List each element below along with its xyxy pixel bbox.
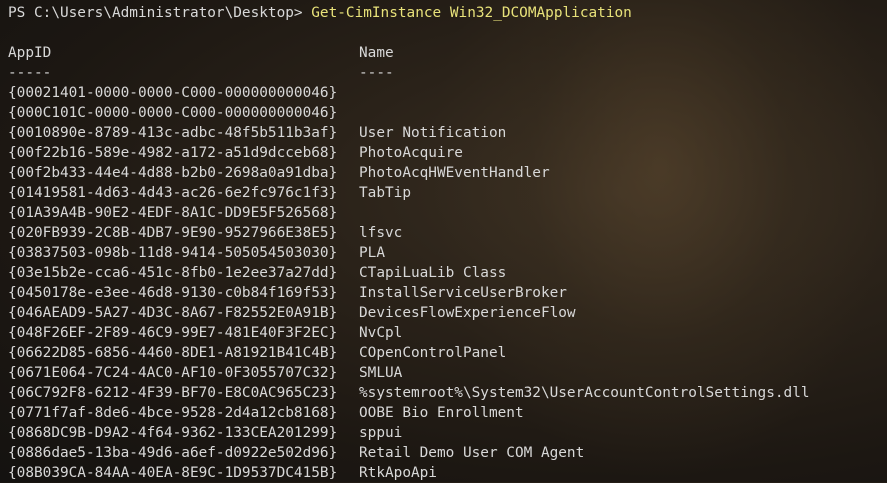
table-row: {020FB939-2C8B-4DB7-9E90-9527966E38E5} lf… [8,223,883,243]
row-appid: {0886dae5-13ba-49d6-a6ef-d0922e502d96} [8,445,338,461]
row-name [359,103,883,123]
row-appid: {046AEAD9-5A27-4D3C-8A67-F82552E0A91B} [8,305,338,321]
row-appid: {06C792F8-6212-4F39-BF70-E8C0AC965C23} [8,385,338,401]
row-name: PhotoAcquire [359,145,463,161]
row-name: PLA [359,245,385,261]
row-name: InstallServiceUserBroker [359,285,567,301]
table-row: {048F26EF-2F89-46C9-99E7-481E40F3F2EC} Nv… [8,323,883,343]
row-appid: {00021401-0000-0000-C000-000000000046} [8,85,338,101]
row-appid: {01A39A4B-90E2-4EDF-8A1C-DD9E5F526568} [8,205,338,221]
header-dash-row: ----- ---- [8,63,883,83]
table-row: {00021401-0000-0000-C000-000000000046} [8,83,883,103]
row-appid: {03e15b2e-cca6-451c-8fb0-1e2ee37a27dd} [8,265,338,281]
table-row: {03837503-098b-11d8-9414-505054503030} PL… [8,243,883,263]
table-row: {0868DC9B-D9A2-4f64-9362-133CEA201299} sp… [8,423,883,443]
row-name: Retail Demo User COM Agent [359,445,585,461]
row-appid: {01419581-4d63-4d43-ac26-6e2fc976c1f3} [8,185,338,201]
table-row: {03e15b2e-cca6-451c-8fb0-1e2ee37a27dd} CT… [8,263,883,283]
row-appid: {0868DC9B-D9A2-4f64-9362-133CEA201299} [8,425,338,441]
header-appid-dashes: ----- [8,65,52,81]
table-row: {046AEAD9-5A27-4D3C-8A67-F82552E0A91B} De… [8,303,883,323]
row-appid: {048F26EF-2F89-46C9-99E7-481E40F3F2EC} [8,325,338,341]
row-name: CTapiLuaLib Class [359,265,507,281]
row-appid: {00f22b16-589e-4982-a172-a51d9dcceb68} [8,145,338,161]
table-row: {0450178e-e3ee-46d8-9130-c0b84f169f53} In… [8,283,883,303]
table-row: {06C792F8-6212-4F39-BF70-E8C0AC965C23} %s… [8,383,883,403]
row-appid: {0450178e-e3ee-46d8-9130-c0b84f169f53} [8,285,338,301]
prompt-line: PS C:\Users\Administrator\Desktop> Get-C… [8,3,883,23]
row-appid: {0671E064-7C24-4AC0-AF10-0F3055707C32} [8,365,338,381]
header-name: Name [359,45,394,61]
table-row: {0886dae5-13ba-49d6-a6ef-d0922e502d96} Re… [8,443,883,463]
table-row: {00f22b16-589e-4982-a172-a51d9dcceb68} Ph… [8,143,883,163]
row-appid: {06622D85-6856-4460-8DE1-A81921B41C4B} [8,345,338,361]
row-name [359,83,883,103]
header-row: AppID Name [8,43,883,63]
row-name: TabTip [359,185,411,201]
row-name: PhotoAcqHWEventHandler [359,165,550,181]
table-row: {0771f7af-8de6-4bce-9528-2d4a12cb8168} OO… [8,403,883,423]
row-name: COpenControlPanel [359,345,507,361]
row-name: sppui [359,425,403,441]
row-appid: {0010890e-8789-413c-adbc-48f5b511b3af} [8,125,338,141]
row-name: %systemroot%\System32\UserAccountControl… [359,385,810,401]
table-row: {01A39A4B-90E2-4EDF-8A1C-DD9E5F526568} [8,203,883,223]
table-row: {01419581-4d63-4d43-ac26-6e2fc976c1f3} Ta… [8,183,883,203]
row-appid: {08B039CA-84AA-40EA-8E9C-1D9537DC415B} [8,465,338,481]
row-name: SMLUA [359,365,403,381]
row-name: lfsvc [359,225,403,241]
header-appid: AppID [8,45,52,61]
row-name: OOBE Bio Enrollment [359,405,524,421]
row-appid: {020FB939-2C8B-4DB7-9E90-9527966E38E5} [8,225,338,241]
command-text: Get-CimInstance Win32_DCOMApplication [311,5,632,21]
powershell-terminal[interactable]: PS C:\Users\Administrator\Desktop> Get-C… [8,3,883,483]
row-name [359,203,883,223]
row-name: RtkApoApi [359,465,437,481]
table-row: {00f2b433-44e4-4d88-b2b0-2698a0a91dba} Ph… [8,163,883,183]
row-appid: {00f2b433-44e4-4d88-b2b0-2698a0a91dba} [8,165,338,181]
result-rows: {00021401-0000-0000-C000-000000000046} {0… [8,83,883,483]
table-row: {000C101C-0000-0000-C000-000000000046} [8,103,883,123]
row-name: DevicesFlowExperienceFlow [359,305,576,321]
row-name: User Notification [359,125,507,141]
header-name-dashes: ---- [359,65,394,81]
table-row: {0671E064-7C24-4AC0-AF10-0F3055707C32} SM… [8,363,883,383]
row-appid: {0771f7af-8de6-4bce-9528-2d4a12cb8168} [8,405,338,421]
table-row: {0010890e-8789-413c-adbc-48f5b511b3af} Us… [8,123,883,143]
row-appid: {03837503-098b-11d8-9414-505054503030} [8,245,338,261]
prompt-path: PS C:\Users\Administrator\Desktop> [8,5,312,21]
table-row: {08B039CA-84AA-40EA-8E9C-1D9537DC415B} Rt… [8,463,883,483]
table-row: {06622D85-6856-4460-8DE1-A81921B41C4B} CO… [8,343,883,363]
row-name: NvCpl [359,325,403,341]
row-appid: {000C101C-0000-0000-C000-000000000046} [8,105,338,121]
